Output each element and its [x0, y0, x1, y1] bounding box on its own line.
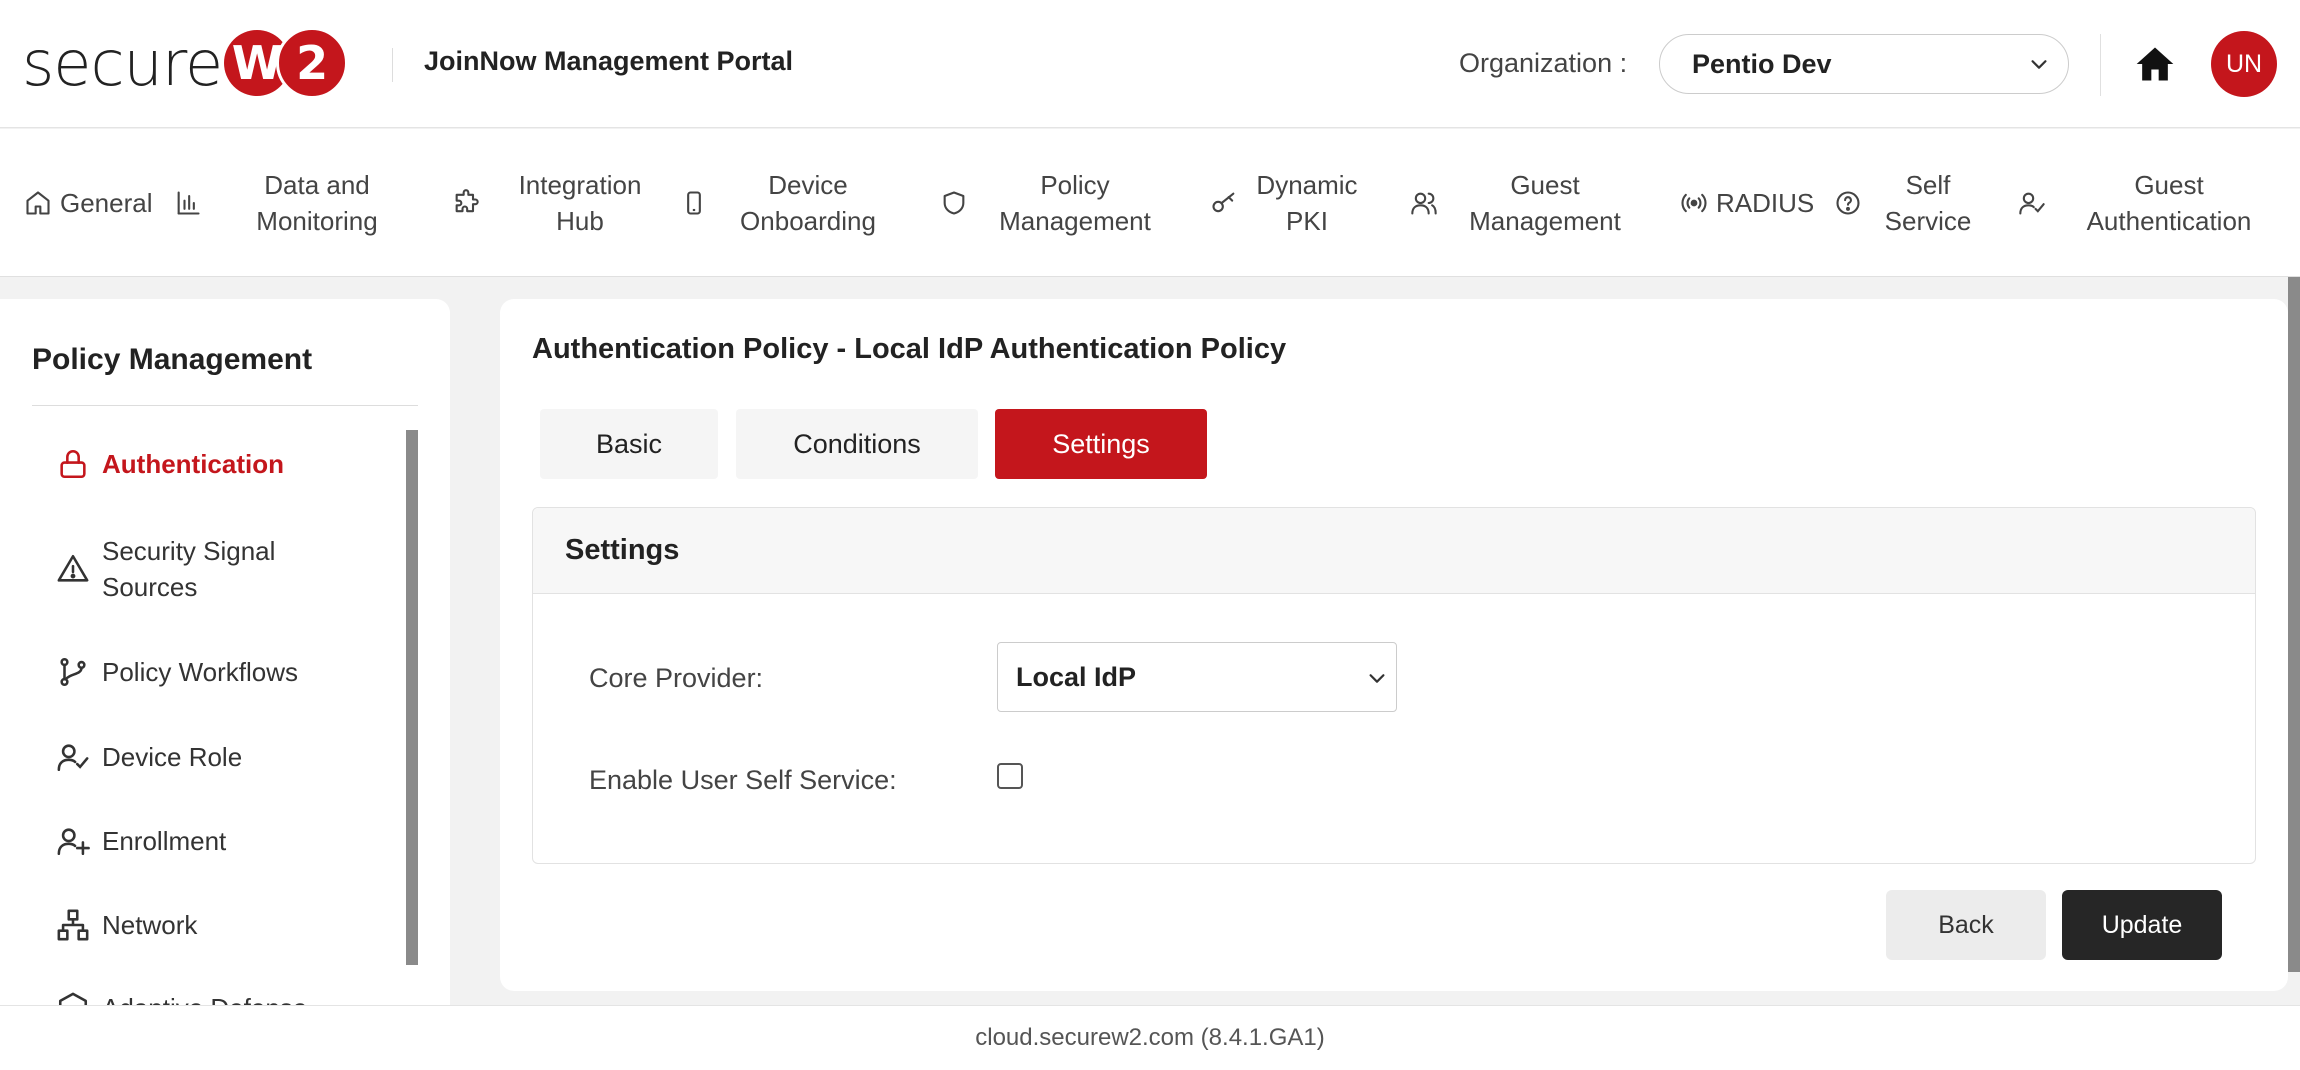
nav-label: General: [60, 188, 153, 218]
header-divider: [2100, 34, 2101, 96]
nav-label: Guest Management: [1469, 170, 1621, 236]
nav-integration-hub[interactable]: Integration Hub: [452, 129, 660, 277]
footer-version: cloud.securew2.com (8.4.1.GA1): [0, 1005, 2300, 1070]
sidebar-item-label: Device Role: [102, 741, 243, 772]
page-title: Authentication Policy - Local IdP Authen…: [532, 333, 1287, 365]
sidebar-item-policy-workflows[interactable]: Policy Workflows: [56, 655, 298, 689]
network-icon: [57, 909, 89, 941]
main-panel: Authentication Policy - Local IdP Authen…: [500, 299, 2288, 991]
sidebar-item-enrollment[interactable]: Enrollment: [56, 824, 226, 858]
shield-icon: [943, 191, 965, 215]
nav-dynamic-pki[interactable]: Dynamic PKI: [1210, 129, 1362, 277]
sidebar-item-network[interactable]: Network: [56, 908, 197, 942]
nav-guest-management[interactable]: Guest Management: [1410, 129, 1630, 277]
home-icon[interactable]: [2133, 42, 2177, 86]
self-service-checkbox[interactable]: [997, 763, 1023, 789]
nav-device-onboarding[interactable]: Device Onboarding: [680, 129, 888, 277]
sidebar-title: Policy Management: [32, 343, 313, 376]
sidebar-item-label: Security Signal Sources: [102, 536, 276, 602]
nav-policy-management[interactable]: Policy Management: [940, 129, 1160, 277]
top-navigation: General Data and Monitoring Integration …: [0, 129, 2300, 277]
lock-icon: [60, 450, 86, 479]
tab-settings[interactable]: Settings: [995, 409, 1207, 479]
core-provider-label: Core Provider:: [589, 663, 764, 693]
organization-value: Pentio Dev: [1692, 48, 1832, 79]
nav-label: Self Service: [1884, 170, 1972, 236]
tab-basic[interactable]: Basic: [540, 409, 718, 479]
securew2-logo[interactable]: secure W 2: [22, 26, 349, 100]
sidebar-item-security-signal-sources[interactable]: Security Signal Sources: [56, 533, 302, 605]
logo-2-circle: 2: [276, 26, 349, 99]
user-avatar[interactable]: UN: [2211, 31, 2277, 97]
help-circle-icon: [1836, 191, 1860, 215]
sidebar-scrollbar[interactable]: [406, 430, 418, 965]
user-plus-icon: [57, 828, 90, 856]
sidebar-item-device-role[interactable]: Device Role: [56, 740, 242, 774]
sidebar-item-label: Network: [102, 909, 198, 940]
sidebar-item-label: Enrollment: [102, 825, 227, 856]
user-check-icon: [2019, 192, 2045, 215]
nav-label: Guest Authentication: [2086, 170, 2252, 236]
core-provider-value: Local IdP: [1016, 661, 1137, 692]
nav-data-and-monitoring[interactable]: Data and Monitoring: [174, 129, 412, 277]
sidebar-item-authentication[interactable]: Authentication: [56, 447, 284, 481]
sidebar-item-label: Policy Workflows: [102, 656, 299, 687]
radio-waves-icon: [1681, 193, 1707, 213]
bar-chart-icon: [177, 191, 200, 215]
page-scrollbar[interactable]: [2288, 277, 2300, 972]
nav-label: RADIUS: [1716, 188, 1815, 218]
chevron-down-icon: [1369, 674, 1385, 683]
settings-card-title: Settings: [533, 508, 2255, 594]
self-service-label: Enable User Self Service:: [589, 765, 897, 795]
nav-label: Data and Monitoring: [256, 170, 378, 236]
home-outline-icon: [26, 191, 50, 215]
users-icon: [1411, 192, 1437, 215]
logo-text: secure: [22, 27, 223, 100]
sidebar-divider: [32, 405, 418, 406]
phone-icon: [687, 191, 701, 215]
chevron-down-icon: [2031, 60, 2047, 69]
workflow-icon: [60, 657, 86, 687]
key-icon: [1212, 192, 1235, 213]
portal-title: JoinNow Management Portal: [424, 46, 794, 76]
organization-select[interactable]: Pentio Dev: [1659, 34, 2069, 94]
nav-self-service[interactable]: Self Service: [1834, 129, 1978, 277]
warning-icon: [57, 554, 89, 582]
back-button[interactable]: Back: [1886, 890, 2046, 960]
sidebar-item-label: Authentication: [102, 448, 284, 479]
settings-card: Settings Core Provider: Local IdP Enable…: [532, 507, 2256, 864]
puzzle-icon: [455, 189, 479, 213]
app-header: secure W 2 JoinNow Management Portal Org…: [0, 0, 2300, 128]
tab-conditions[interactable]: Conditions: [736, 409, 978, 479]
nav-radius[interactable]: RADIUS: [1680, 129, 1814, 277]
nav-label: Policy Management: [999, 170, 1151, 236]
header-divider: [392, 48, 393, 82]
nav-label: Integration Hub: [518, 170, 642, 236]
organization-label: Organization :: [1459, 48, 1628, 78]
sidebar: Policy Management Authentication Securit…: [0, 299, 450, 1009]
update-button[interactable]: Update: [2062, 890, 2222, 960]
user-check-icon: [57, 744, 89, 772]
nav-label: Dynamic PKI: [1256, 170, 1358, 236]
nav-general[interactable]: General: [24, 129, 153, 277]
nav-label: Device Onboarding: [740, 170, 876, 236]
nav-guest-authentication[interactable]: Guest Authentication: [2018, 129, 2274, 277]
core-provider-select[interactable]: Local IdP: [997, 642, 1397, 712]
